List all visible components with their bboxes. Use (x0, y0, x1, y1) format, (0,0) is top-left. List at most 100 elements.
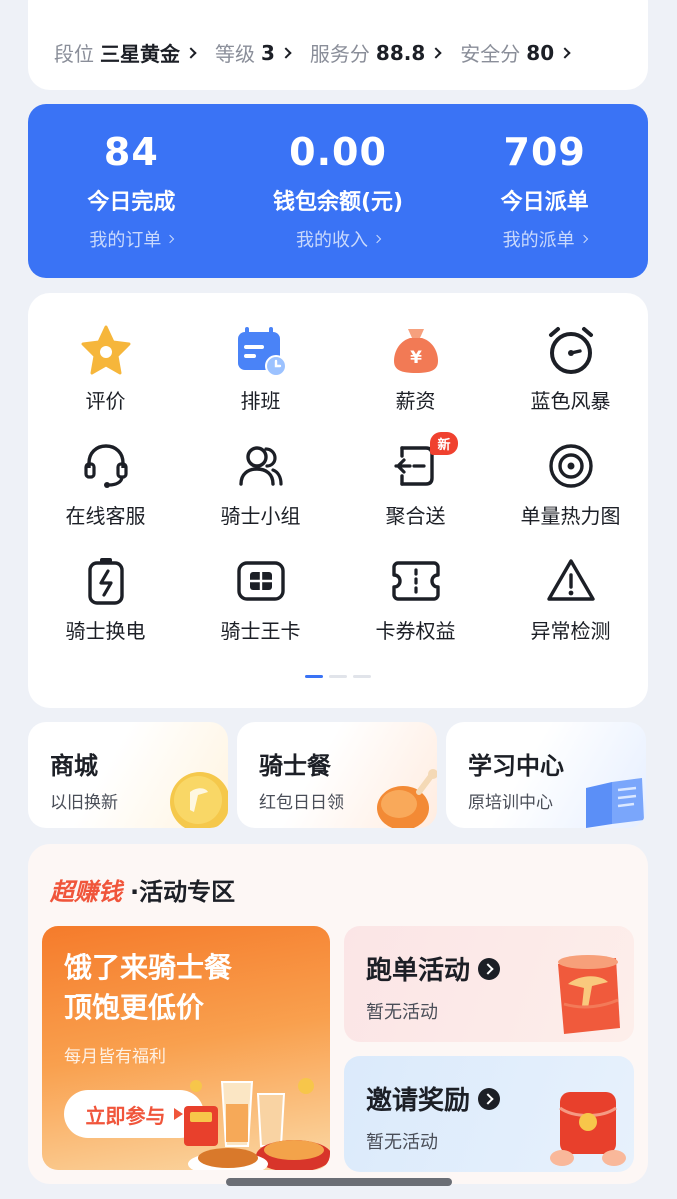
grid-item-coupons[interactable]: 卡券权益 (338, 553, 493, 644)
money-bag-icon: ¥ (388, 323, 444, 379)
invite-reward-title: 邀请奖励 (366, 1080, 501, 1117)
grid-label: 排班 (240, 389, 281, 413)
stat-link-label: 我的订单 (89, 230, 162, 251)
rank-value: 3 (261, 40, 275, 65)
page-dot (353, 675, 371, 678)
stat-today-completed[interactable]: 84 今日完成 我的订单 (28, 104, 235, 278)
home-indicator[interactable] (226, 1178, 452, 1186)
promo-title: 饿了来骑士餐 顶饱更低价 (64, 948, 232, 1028)
chevron-circle-icon (478, 957, 501, 980)
my-income-link[interactable]: 我的收入 (296, 226, 382, 252)
group-icon (233, 438, 289, 494)
coupon-icon (388, 553, 444, 609)
stat-label: 今日派单 (500, 190, 589, 215)
stat-value: 84 (103, 130, 159, 174)
chevron-right-icon (185, 46, 197, 59)
quick-card-rider-meal[interactable]: 骑士餐 红包日日领 (237, 722, 437, 828)
run-activity-card[interactable]: 跑单活动 暂无活动 (344, 926, 634, 1042)
rank-value: 88.8 (375, 40, 426, 65)
grid-label: 卡券权益 (375, 619, 456, 643)
rank-item-tier[interactable]: 段位 三星黄金 (54, 38, 199, 67)
rank-value: 80 (526, 40, 555, 65)
quick-title: 学习中心 (468, 752, 564, 780)
rank-card: 段位 三星黄金 等级 3 服务分 88.8 安全分 80 (28, 0, 648, 90)
grid-item-rider-card[interactable]: 骑士王卡 (183, 553, 338, 644)
run-activity-status: 暂无活动 (366, 1002, 438, 1023)
page-dot (305, 675, 323, 678)
new-badge: 新 (430, 432, 458, 455)
headset-icon (78, 438, 134, 494)
promo-title-line: 顶饱更低价 (64, 991, 205, 1024)
grid-label: 薪资 (395, 389, 436, 413)
stat-wallet-balance[interactable]: 0.00 钱包余额(元) 我的收入 (235, 104, 442, 278)
warning-icon (543, 553, 599, 609)
chevron-right-icon (559, 46, 571, 59)
chevron-circle-icon (478, 1087, 501, 1110)
grid-item-salary[interactable]: ¥ 薪资 (338, 323, 493, 414)
chevron-right-icon (579, 234, 588, 244)
grid-item-review[interactable]: 评价 (28, 323, 183, 414)
activity-brand: 超赚钱 (50, 878, 122, 906)
calendar-icon (233, 323, 289, 379)
coin-icon (170, 772, 228, 828)
target-icon (543, 438, 599, 494)
grid-item-rider-group[interactable]: 骑士小组 (183, 438, 338, 529)
aggregate-icon: 新 (388, 432, 458, 494)
stat-today-dispatch[interactable]: 709 今日派单 我的派单 (441, 104, 648, 278)
stat-label: 钱包余额(元) (272, 190, 404, 215)
cup-icon (558, 955, 620, 1034)
side-title-label: 跑单活动 (366, 956, 471, 986)
grid-label: 蓝色风暴 (530, 389, 611, 413)
rider-meal-promo[interactable]: 饿了来骑士餐 顶饱更低价 每月皆有福利 立即参与 (42, 926, 330, 1170)
stat-link-label: 我的收入 (296, 230, 368, 251)
rank-label: 服务分 (309, 42, 370, 66)
rank-label: 等级 (215, 42, 255, 66)
chevron-right-icon (166, 234, 175, 244)
rank-item-safety-score[interactable]: 安全分 80 (460, 38, 573, 67)
grid-item-online-support[interactable]: 在线客服 (28, 438, 183, 529)
rank-item-service-score[interactable]: 服务分 88.8 (310, 38, 444, 67)
grid-label: 骑士换电 (65, 619, 146, 643)
chicken-icon (377, 769, 437, 828)
rank-label: 安全分 (460, 42, 521, 66)
grid-item-blue-storm[interactable]: 蓝色风暴 (493, 323, 648, 414)
quick-card-mall[interactable]: 商城 以旧换新 (28, 722, 228, 828)
grid-label: 骑士小组 (220, 504, 301, 528)
red-envelope-icon (550, 1092, 626, 1166)
sim-card-icon (233, 553, 289, 609)
page-indicator (305, 675, 371, 678)
side-title-label: 邀请奖励 (366, 1086, 471, 1116)
run-activity-title: 跑单活动 (366, 950, 501, 987)
grid-label: 评价 (85, 389, 126, 413)
rank-label: 段位 (54, 42, 94, 66)
quick-title: 骑士餐 (259, 752, 331, 780)
grid-item-anomaly-check[interactable]: 异常检测 (493, 553, 648, 644)
activity-card: 超赚钱 ·活动专区 饿了来骑士餐 顶饱更低价 每月皆有福利 立即参与 跑单活动 … (28, 844, 648, 1184)
grid-item-battery-swap[interactable]: 骑士换电 (28, 553, 183, 644)
function-grid: 评价 排班 ¥ 薪资 蓝色风暴 在线客服 骑士小组 新 聚合送 单量热力图 骑士… (28, 323, 648, 644)
promo-subtitle: 每月皆有福利 (64, 1047, 166, 1067)
grid-item-heatmap[interactable]: 单量热力图 (493, 438, 648, 529)
quick-sub: 以旧换新 (50, 793, 118, 813)
book-icon (586, 778, 644, 828)
activity-header: 超赚钱 ·活动专区 (50, 872, 235, 907)
quick-card-learning-center[interactable]: 学习中心 原培训中心 (446, 722, 646, 828)
stat-label: 今日完成 (87, 190, 176, 215)
chevron-right-icon (372, 234, 382, 244)
star-icon (78, 323, 134, 379)
alarm-clock-icon (543, 323, 599, 379)
function-grid-card: 评价 排班 ¥ 薪资 蓝色风暴 在线客服 骑士小组 新 聚合送 单量热力图 骑士… (28, 293, 648, 708)
invite-reward-status: 暂无活动 (366, 1132, 438, 1153)
grid-item-schedule[interactable]: 排班 (183, 323, 338, 414)
quick-sub: 原培训中心 (468, 793, 553, 813)
my-orders-link[interactable]: 我的订单 (89, 226, 175, 252)
grid-item-aggregate-delivery[interactable]: 新 聚合送 (338, 432, 493, 529)
my-dispatch-link[interactable]: 我的派单 (503, 226, 588, 252)
grid-label: 异常检测 (530, 619, 611, 643)
food-illustration-icon (184, 1078, 330, 1170)
quick-title: 商城 (50, 752, 98, 780)
rank-item-level[interactable]: 等级 3 (215, 38, 294, 67)
invite-reward-card[interactable]: 邀请奖励 暂无活动 (344, 1056, 634, 1172)
activity-title: ·活动专区 (130, 878, 236, 906)
stat-value: 709 (503, 130, 586, 174)
